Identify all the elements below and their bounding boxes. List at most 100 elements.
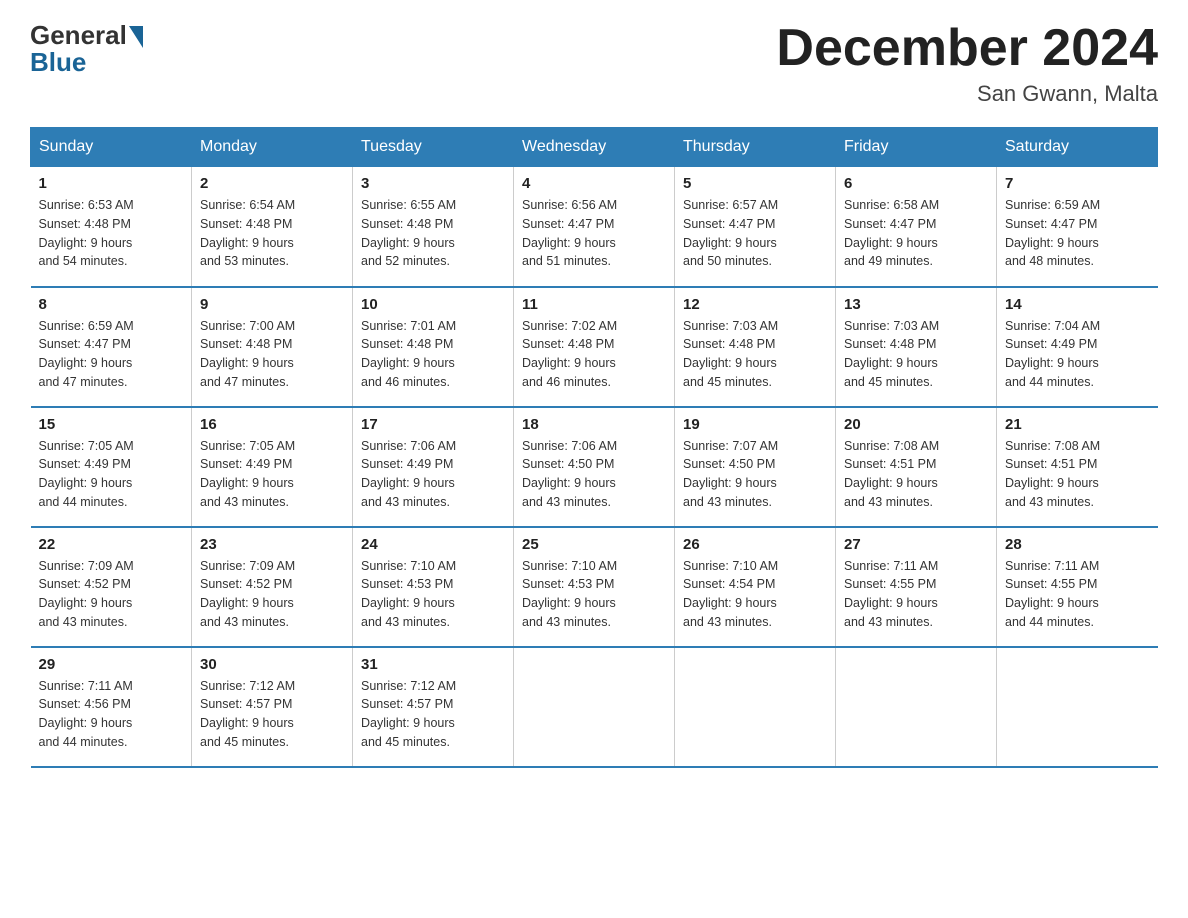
header-day-friday: Friday <box>836 128 997 167</box>
day-number: 11 <box>522 296 666 313</box>
calendar-cell <box>836 647 997 767</box>
calendar-cell <box>997 647 1158 767</box>
day-info: Sunrise: 7:05 AMSunset: 4:49 PMDaylight:… <box>200 437 344 512</box>
day-info: Sunrise: 7:06 AMSunset: 4:50 PMDaylight:… <box>522 437 666 512</box>
day-info: Sunrise: 7:07 AMSunset: 4:50 PMDaylight:… <box>683 437 827 512</box>
day-number: 16 <box>200 416 344 433</box>
day-info: Sunrise: 7:10 AMSunset: 4:53 PMDaylight:… <box>522 557 666 632</box>
calendar-cell: 12 Sunrise: 7:03 AMSunset: 4:48 PMDaylig… <box>675 287 836 407</box>
calendar-cell: 10 Sunrise: 7:01 AMSunset: 4:48 PMDaylig… <box>353 287 514 407</box>
calendar-cell: 14 Sunrise: 7:04 AMSunset: 4:49 PMDaylig… <box>997 287 1158 407</box>
calendar-cell: 11 Sunrise: 7:02 AMSunset: 4:48 PMDaylig… <box>514 287 675 407</box>
day-info: Sunrise: 6:59 AMSunset: 4:47 PMDaylight:… <box>39 317 184 392</box>
day-number: 6 <box>844 175 988 192</box>
day-number: 4 <box>522 175 666 192</box>
day-info: Sunrise: 7:00 AMSunset: 4:48 PMDaylight:… <box>200 317 344 392</box>
day-info: Sunrise: 7:08 AMSunset: 4:51 PMDaylight:… <box>1005 437 1150 512</box>
calendar-cell: 16 Sunrise: 7:05 AMSunset: 4:49 PMDaylig… <box>192 407 353 527</box>
header-day-saturday: Saturday <box>997 128 1158 167</box>
calendar-cell: 4 Sunrise: 6:56 AMSunset: 4:47 PMDayligh… <box>514 167 675 287</box>
header-day-wednesday: Wednesday <box>514 128 675 167</box>
day-info: Sunrise: 7:01 AMSunset: 4:48 PMDaylight:… <box>361 317 505 392</box>
day-number: 2 <box>200 175 344 192</box>
logo: General Blue <box>30 20 143 78</box>
day-info: Sunrise: 7:02 AMSunset: 4:48 PMDaylight:… <box>522 317 666 392</box>
header-day-tuesday: Tuesday <box>353 128 514 167</box>
day-info: Sunrise: 7:04 AMSunset: 4:49 PMDaylight:… <box>1005 317 1150 392</box>
day-number: 15 <box>39 416 184 433</box>
header-day-thursday: Thursday <box>675 128 836 167</box>
calendar-cell: 1 Sunrise: 6:53 AMSunset: 4:48 PMDayligh… <box>31 167 192 287</box>
day-number: 8 <box>39 296 184 313</box>
calendar-cell: 2 Sunrise: 6:54 AMSunset: 4:48 PMDayligh… <box>192 167 353 287</box>
day-info: Sunrise: 7:05 AMSunset: 4:49 PMDaylight:… <box>39 437 184 512</box>
calendar-cell: 23 Sunrise: 7:09 AMSunset: 4:52 PMDaylig… <box>192 527 353 647</box>
day-info: Sunrise: 7:08 AMSunset: 4:51 PMDaylight:… <box>844 437 988 512</box>
day-number: 31 <box>361 656 505 673</box>
day-number: 30 <box>200 656 344 673</box>
day-number: 26 <box>683 536 827 553</box>
day-number: 24 <box>361 536 505 553</box>
calendar-cell: 19 Sunrise: 7:07 AMSunset: 4:50 PMDaylig… <box>675 407 836 527</box>
day-number: 23 <box>200 536 344 553</box>
calendar-cell: 24 Sunrise: 7:10 AMSunset: 4:53 PMDaylig… <box>353 527 514 647</box>
day-info: Sunrise: 6:56 AMSunset: 4:47 PMDaylight:… <box>522 196 666 271</box>
day-info: Sunrise: 7:09 AMSunset: 4:52 PMDaylight:… <box>39 557 184 632</box>
day-number: 12 <box>683 296 827 313</box>
header-day-sunday: Sunday <box>31 128 192 167</box>
day-number: 3 <box>361 175 505 192</box>
location-subtitle: San Gwann, Malta <box>776 81 1158 107</box>
day-number: 25 <box>522 536 666 553</box>
day-number: 20 <box>844 416 988 433</box>
calendar-cell: 29 Sunrise: 7:11 AMSunset: 4:56 PMDaylig… <box>31 647 192 767</box>
day-number: 29 <box>39 656 184 673</box>
day-number: 7 <box>1005 175 1150 192</box>
day-number: 10 <box>361 296 505 313</box>
month-title: December 2024 <box>776 20 1158 77</box>
calendar-cell: 13 Sunrise: 7:03 AMSunset: 4:48 PMDaylig… <box>836 287 997 407</box>
calendar-week-row: 8 Sunrise: 6:59 AMSunset: 4:47 PMDayligh… <box>31 287 1158 407</box>
calendar-cell <box>675 647 836 767</box>
calendar-header: SundayMondayTuesdayWednesdayThursdayFrid… <box>31 128 1158 167</box>
day-info: Sunrise: 7:06 AMSunset: 4:49 PMDaylight:… <box>361 437 505 512</box>
logo-arrow-icon <box>129 26 143 48</box>
day-info: Sunrise: 6:59 AMSunset: 4:47 PMDaylight:… <box>1005 196 1150 271</box>
calendar-cell: 26 Sunrise: 7:10 AMSunset: 4:54 PMDaylig… <box>675 527 836 647</box>
calendar-cell: 20 Sunrise: 7:08 AMSunset: 4:51 PMDaylig… <box>836 407 997 527</box>
calendar-week-row: 15 Sunrise: 7:05 AMSunset: 4:49 PMDaylig… <box>31 407 1158 527</box>
day-info: Sunrise: 7:09 AMSunset: 4:52 PMDaylight:… <box>200 557 344 632</box>
day-number: 5 <box>683 175 827 192</box>
day-info: Sunrise: 7:12 AMSunset: 4:57 PMDaylight:… <box>361 677 505 752</box>
calendar-cell: 25 Sunrise: 7:10 AMSunset: 4:53 PMDaylig… <box>514 527 675 647</box>
calendar-cell: 9 Sunrise: 7:00 AMSunset: 4:48 PMDayligh… <box>192 287 353 407</box>
calendar-cell: 21 Sunrise: 7:08 AMSunset: 4:51 PMDaylig… <box>997 407 1158 527</box>
day-info: Sunrise: 7:11 AMSunset: 4:55 PMDaylight:… <box>844 557 988 632</box>
page-header: General Blue December 2024 San Gwann, Ma… <box>30 20 1158 107</box>
day-info: Sunrise: 7:03 AMSunset: 4:48 PMDaylight:… <box>683 317 827 392</box>
calendar-cell: 8 Sunrise: 6:59 AMSunset: 4:47 PMDayligh… <box>31 287 192 407</box>
day-info: Sunrise: 6:53 AMSunset: 4:48 PMDaylight:… <box>39 196 184 271</box>
calendar-table: SundayMondayTuesdayWednesdayThursdayFrid… <box>30 127 1158 768</box>
logo-blue-text: Blue <box>30 47 86 78</box>
day-number: 9 <box>200 296 344 313</box>
day-info: Sunrise: 6:55 AMSunset: 4:48 PMDaylight:… <box>361 196 505 271</box>
day-info: Sunrise: 7:11 AMSunset: 4:56 PMDaylight:… <box>39 677 184 752</box>
calendar-cell: 27 Sunrise: 7:11 AMSunset: 4:55 PMDaylig… <box>836 527 997 647</box>
calendar-cell: 18 Sunrise: 7:06 AMSunset: 4:50 PMDaylig… <box>514 407 675 527</box>
calendar-week-row: 1 Sunrise: 6:53 AMSunset: 4:48 PMDayligh… <box>31 167 1158 287</box>
calendar-cell: 5 Sunrise: 6:57 AMSunset: 4:47 PMDayligh… <box>675 167 836 287</box>
day-number: 14 <box>1005 296 1150 313</box>
day-info: Sunrise: 7:11 AMSunset: 4:55 PMDaylight:… <box>1005 557 1150 632</box>
day-number: 13 <box>844 296 988 313</box>
day-number: 19 <box>683 416 827 433</box>
calendar-cell: 28 Sunrise: 7:11 AMSunset: 4:55 PMDaylig… <box>997 527 1158 647</box>
calendar-cell: 17 Sunrise: 7:06 AMSunset: 4:49 PMDaylig… <box>353 407 514 527</box>
title-block: December 2024 San Gwann, Malta <box>776 20 1158 107</box>
day-info: Sunrise: 6:57 AMSunset: 4:47 PMDaylight:… <box>683 196 827 271</box>
calendar-body: 1 Sunrise: 6:53 AMSunset: 4:48 PMDayligh… <box>31 167 1158 767</box>
day-info: Sunrise: 7:03 AMSunset: 4:48 PMDaylight:… <box>844 317 988 392</box>
calendar-cell: 15 Sunrise: 7:05 AMSunset: 4:49 PMDaylig… <box>31 407 192 527</box>
day-number: 21 <box>1005 416 1150 433</box>
day-number: 22 <box>39 536 184 553</box>
header-row: SundayMondayTuesdayWednesdayThursdayFrid… <box>31 128 1158 167</box>
